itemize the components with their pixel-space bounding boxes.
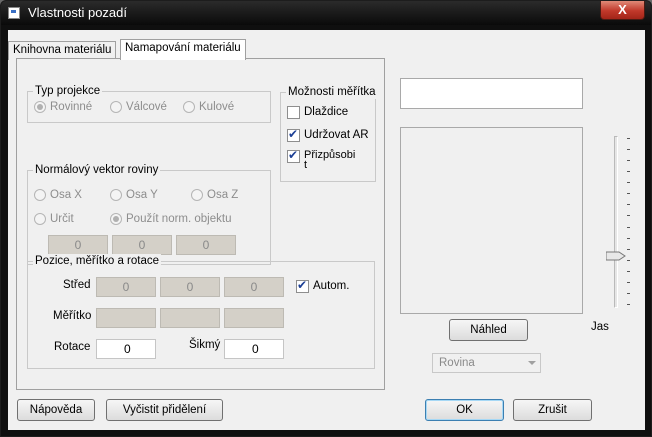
- slider-tick: [627, 149, 630, 151]
- slider-tick: [627, 215, 630, 217]
- position-group-title: Pozice, měřítko a rotace: [33, 254, 161, 268]
- axis-x-radio[interactable]: Osa X: [34, 189, 82, 201]
- radio-dot: [34, 189, 46, 201]
- keep-aspect-ratio-checkbox[interactable]: Udržovat AR: [287, 127, 369, 142]
- clear-assignment-button[interactable]: Vyčistit přidělení: [106, 399, 223, 421]
- radio-label: Kulové: [199, 101, 235, 113]
- checkbox-box: [287, 106, 300, 119]
- mapping-panel: Typ projekce Rovinné Válcové Kulové Možn…: [16, 58, 385, 390]
- radio-label: Použít norm. objektu: [126, 213, 232, 225]
- title-bar[interactable]: Vlastnosti pozadí X: [1, 1, 651, 25]
- projection-group: Typ projekce Rovinné Válcové Kulové: [27, 84, 271, 123]
- tile-checkbox[interactable]: Dlaždice: [287, 106, 348, 119]
- slider-tick: [627, 248, 630, 250]
- scale-y-field[interactable]: [160, 308, 220, 328]
- projection-spherical-radio[interactable]: Kulové: [183, 101, 234, 113]
- brightness-slider-thumb[interactable]: [606, 251, 626, 261]
- normal-x-field[interactable]: 0: [48, 235, 108, 255]
- skew-input[interactable]: 0: [224, 339, 284, 359]
- checkbox-label: Udržovat AR: [304, 129, 369, 141]
- slider-tick: [627, 182, 630, 184]
- rotation-label: Rotace: [54, 341, 91, 353]
- auto-center-checkbox[interactable]: Autom.: [296, 278, 350, 293]
- window-title: Vlastnosti pozadí: [28, 5, 128, 20]
- radio-label: Válcové: [126, 101, 167, 113]
- normal-vector-group: Normálový vektor roviny Osa X Osa Y Osa …: [27, 163, 271, 265]
- slider-tick: [627, 226, 630, 228]
- radio-label: Osa Y: [126, 189, 158, 201]
- scale-x-field[interactable]: [96, 308, 156, 328]
- scale-options-group: Možnosti měřítka Dlaždice Udržovat AR Př…: [280, 85, 378, 182]
- scale-z-field[interactable]: [224, 308, 284, 328]
- radio-dot: [110, 189, 122, 201]
- slider-tick: [627, 138, 630, 139]
- radio-label: Osa X: [50, 189, 82, 201]
- checkbox-label: Autom.: [313, 280, 350, 292]
- slider-tick: [627, 270, 630, 272]
- normal-z-field[interactable]: 0: [176, 235, 236, 255]
- tab-material-mapping[interactable]: Namapování materiálu: [120, 39, 246, 60]
- dialog-client: Knihovna materiálu Namapování materiálu …: [8, 30, 645, 430]
- radio-dot: [183, 101, 195, 113]
- slider-tick: [627, 204, 630, 206]
- radio-dot: [110, 213, 122, 225]
- normal-y-field[interactable]: 0: [112, 235, 172, 255]
- slider-tick: [627, 292, 630, 294]
- cancel-button[interactable]: Zrušit: [513, 399, 592, 421]
- preview-button[interactable]: Náhled: [449, 319, 528, 341]
- brightness-label: Jas: [591, 321, 609, 333]
- custom-normal-radio[interactable]: Určit: [34, 213, 74, 225]
- radio-dot: [34, 213, 46, 225]
- slider-tick: [627, 259, 630, 261]
- slider-tick: [627, 193, 630, 195]
- checkbox-label: Přizpůsobi t: [304, 149, 356, 171]
- slider-tick: [627, 171, 630, 173]
- slider-tick: [627, 281, 630, 283]
- shape-select[interactable]: Rovina: [432, 353, 541, 373]
- radio-dot: [34, 101, 46, 113]
- position-scale-rotation-group: Pozice, měřítko a rotace Střed 0 0 0 Aut…: [27, 254, 375, 369]
- fit-checkbox[interactable]: Přizpůsobi t: [287, 148, 356, 171]
- skew-label: Šikmý: [189, 339, 221, 351]
- projection-cylindrical-radio[interactable]: Válcové: [110, 101, 167, 113]
- window-icon: [8, 7, 20, 19]
- ok-button[interactable]: OK: [425, 399, 504, 421]
- chevron-down-icon: [528, 361, 536, 365]
- axis-z-radio[interactable]: Osa Z: [191, 189, 238, 201]
- radio-dot: [110, 101, 122, 113]
- preview-canvas: [400, 127, 583, 314]
- projection-group-title: Typ projekce: [33, 84, 103, 98]
- slider-tick: [627, 237, 630, 239]
- radio-label: Rovinné: [50, 101, 93, 113]
- slider-tick: [627, 304, 630, 305]
- radio-label: Osa Z: [207, 189, 239, 201]
- normal-vector-title: Normálový vektor roviny: [33, 163, 161, 177]
- checkbox-label: Dlaždice: [304, 106, 349, 118]
- checkbox-box: [287, 148, 300, 163]
- slider-tick: [627, 160, 630, 162]
- axis-y-radio[interactable]: Osa Y: [110, 189, 158, 201]
- object-normal-radio[interactable]: Použít norm. objektu: [110, 213, 231, 225]
- center-x-field[interactable]: 0: [96, 277, 156, 297]
- dialog-window: Vlastnosti pozadí X Knihovna materiálu N…: [0, 0, 652, 437]
- center-label: Střed: [63, 279, 91, 291]
- close-button[interactable]: X: [600, 1, 645, 20]
- scale-options-title: Možnosti měřítka: [286, 85, 378, 99]
- radio-label: Určit: [50, 213, 74, 225]
- center-y-field[interactable]: 0: [160, 277, 220, 297]
- checkbox-box: [296, 278, 309, 293]
- help-button[interactable]: Nápověda: [17, 399, 95, 421]
- checkbox-box: [287, 127, 300, 142]
- shape-select-value: Rovina: [439, 357, 475, 369]
- brightness-slider-track[interactable]: [614, 136, 618, 308]
- material-name-field[interactable]: [400, 78, 583, 109]
- projection-planar-radio[interactable]: Rovinné: [34, 101, 92, 113]
- rotation-input[interactable]: 0: [96, 339, 156, 359]
- center-z-field[interactable]: 0: [224, 277, 284, 297]
- scale-label: Měřítko: [53, 310, 92, 322]
- radio-dot: [191, 189, 203, 201]
